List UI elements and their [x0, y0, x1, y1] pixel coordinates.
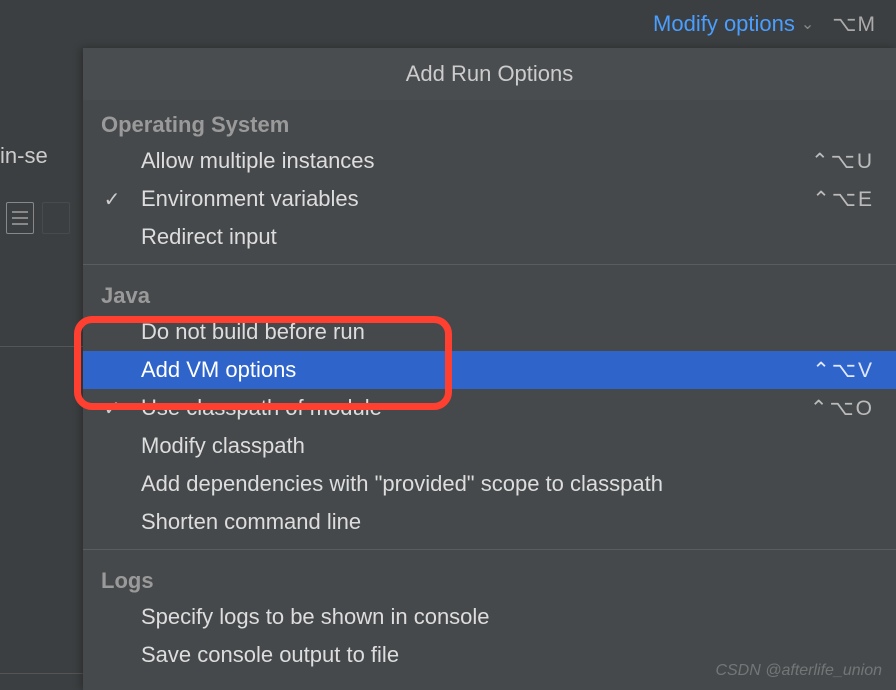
menu-item-environment-variables[interactable]: ✓ Environment variables ⌃⌥E	[83, 180, 896, 218]
chevron-down-icon: ⌄	[801, 14, 814, 34]
menu-item-label: Shorten command line	[141, 509, 874, 535]
menu-item-label: Redirect input	[141, 224, 874, 250]
menu-item-add-vm-options[interactable]: Add VM options ⌃⌥V	[83, 351, 896, 389]
menu-item-use-classpath-of-module[interactable]: ✓ Use classpath of module ⌃⌥O	[83, 389, 896, 427]
modify-options-link[interactable]: Modify options ⌄	[653, 11, 814, 37]
check-icon: ✓	[83, 396, 141, 421]
left-divider-bottom	[0, 673, 83, 674]
menu-item-label: Do not build before run	[141, 319, 874, 345]
menu-item-modify-classpath[interactable]: Modify classpath	[83, 427, 896, 465]
menu-item-label: Environment variables	[141, 186, 812, 212]
left-divider	[0, 346, 83, 347]
menu-item-shortcut: ⌃⌥V	[812, 358, 874, 383]
menu-item-shorten-command-line[interactable]: Shorten command line	[83, 503, 896, 541]
watermark-text: CSDN @afterlife_union	[715, 662, 882, 680]
menu-item-specify-logs[interactable]: Specify logs to be shown in console	[83, 598, 896, 636]
modify-options-label: Modify options	[653, 11, 795, 37]
section-header-logs: Logs	[83, 556, 896, 598]
section-header-java: Java	[83, 271, 896, 313]
section-header-os: Operating System	[83, 100, 896, 142]
panel-title: Add Run Options	[83, 48, 896, 100]
menu-item-label: Modify classpath	[141, 433, 874, 459]
menu-item-label: Use classpath of module	[141, 395, 810, 421]
left-icon-group	[6, 202, 70, 234]
menu-item-shortcut: ⌃⌥U	[811, 149, 874, 174]
menu-item-add-provided-dependencies[interactable]: Add dependencies with "provided" scope t…	[83, 465, 896, 503]
menu-item-shortcut: ⌃⌥E	[812, 187, 874, 212]
menu-item-shortcut: ⌃⌥O	[810, 396, 874, 421]
menu-item-allow-multiple-instances[interactable]: Allow multiple instances ⌃⌥U	[83, 142, 896, 180]
check-icon: ✓	[83, 187, 141, 212]
menu-item-redirect-input[interactable]: Redirect input	[83, 218, 896, 256]
top-bar: Modify options ⌄ ⌥M	[0, 0, 896, 48]
left-truncated-text: in-se	[0, 143, 48, 169]
menu-item-label: Add dependencies with "provided" scope t…	[141, 471, 874, 497]
menu-item-do-not-build[interactable]: Do not build before run	[83, 313, 896, 351]
menu-item-label: Specify logs to be shown in console	[141, 604, 874, 630]
section-divider	[83, 264, 896, 265]
menu-item-label: Allow multiple instances	[141, 148, 811, 174]
document-icon[interactable]	[6, 202, 34, 234]
document-icon-secondary[interactable]	[42, 202, 70, 234]
modify-options-shortcut: ⌥M	[832, 12, 876, 37]
section-divider	[83, 549, 896, 550]
left-panel-background: in-se	[0, 48, 83, 690]
add-run-options-panel: Add Run Options Operating System Allow m…	[83, 48, 896, 690]
menu-item-label: Add VM options	[141, 357, 812, 383]
